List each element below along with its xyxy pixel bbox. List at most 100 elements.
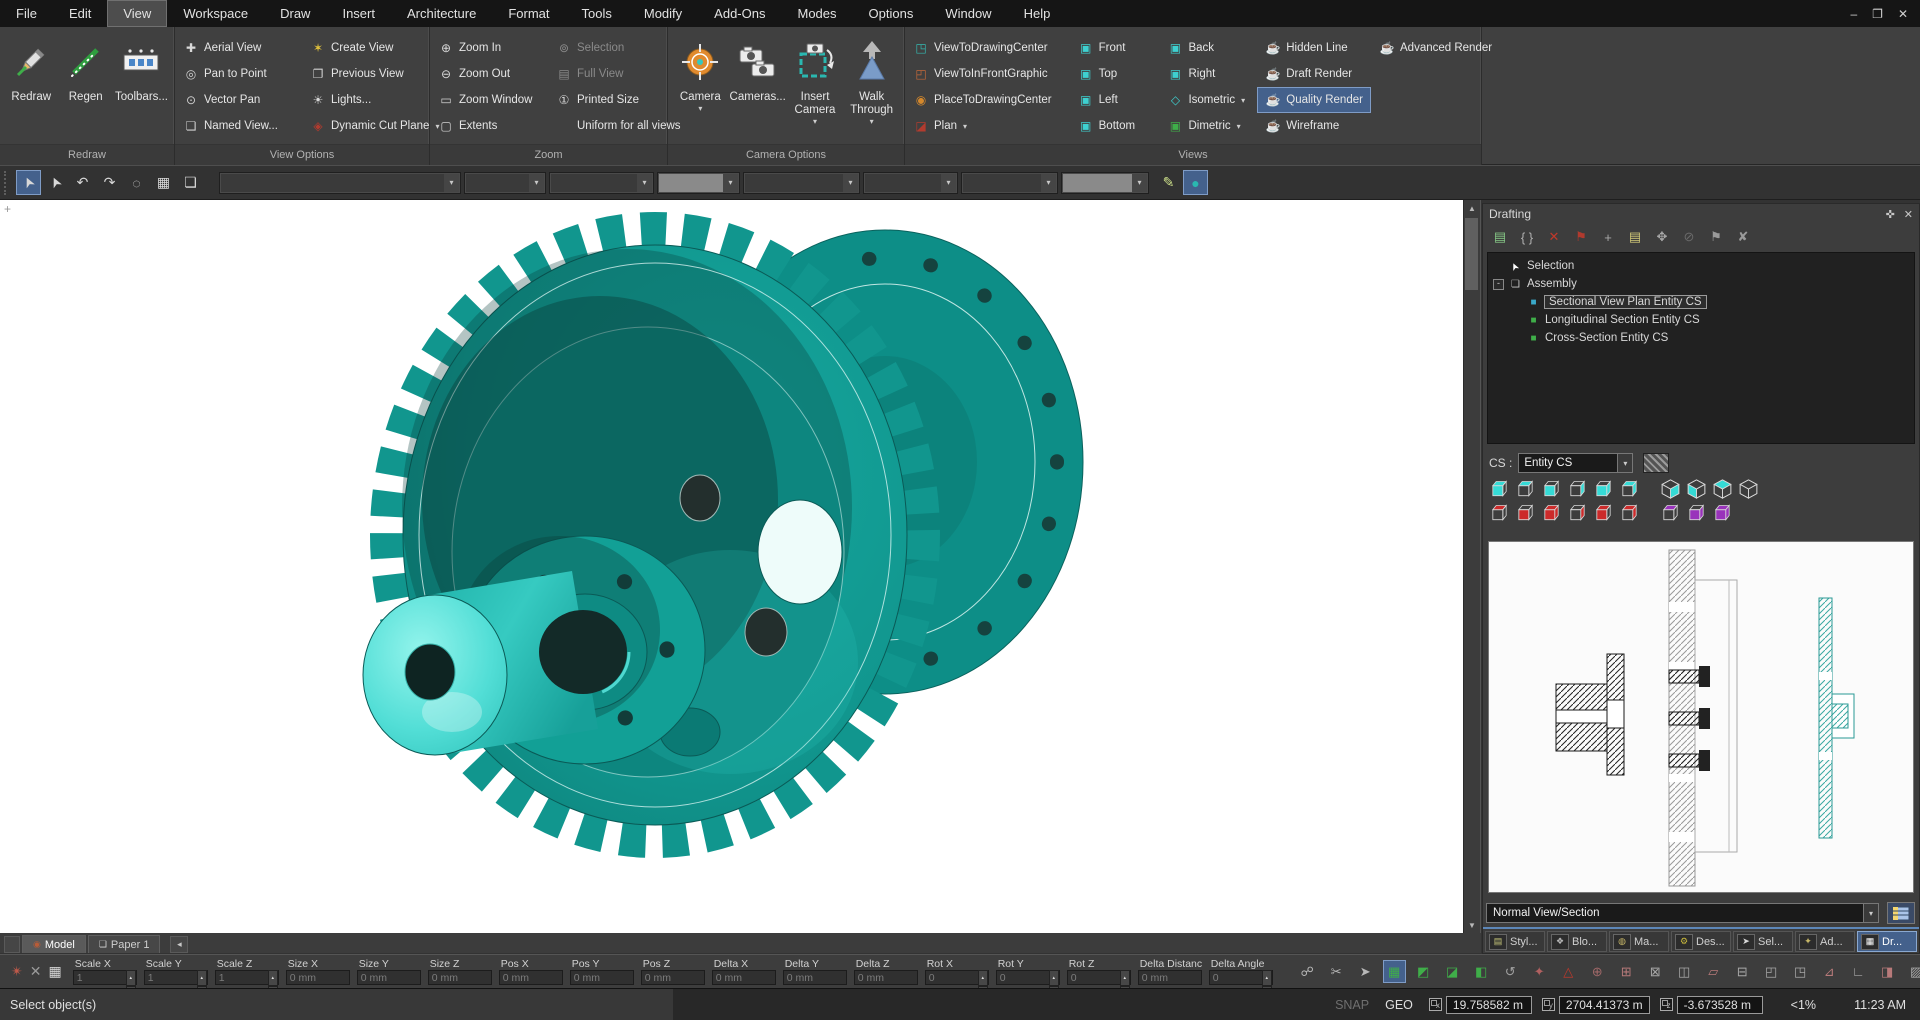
toolbar-dropdown[interactable]: ▾ xyxy=(743,172,860,194)
property-input[interactable]: 0 mm ▴▾ xyxy=(641,970,705,985)
chevron-down-icon[interactable]: ▾ xyxy=(1864,903,1879,923)
view-settings-button[interactable] xyxy=(1887,902,1915,924)
cs-cube-icon[interactable] xyxy=(1566,503,1588,523)
tree-item-assembly[interactable]: - ❏ Assembly xyxy=(1488,275,1914,293)
ribbon-button[interactable]: ▣Left xyxy=(1070,87,1160,113)
cs-cube-icon[interactable] xyxy=(1514,479,1536,499)
close-icon[interactable]: ✕ xyxy=(1904,208,1913,221)
angle-tool-icon[interactable]: △ xyxy=(1557,960,1580,983)
toolbar-dropdown[interactable]: ▾ xyxy=(863,172,958,194)
property-input[interactable]: 0 ▴▾ xyxy=(996,970,1060,985)
frame-tool-icon[interactable]: ⊞ xyxy=(1615,960,1638,983)
corner-ne-tool-icon[interactable]: ◳ xyxy=(1789,960,1812,983)
ribbon-button[interactable]: ▢Extents xyxy=(430,113,548,139)
tree-item-section-view[interactable]: ■ Sectional View Plan Entity CS xyxy=(1488,293,1914,311)
hatch-toggle-button[interactable] xyxy=(1643,453,1669,473)
viewport-vertical-scrollbar[interactable]: ▲ ▼ xyxy=(1463,200,1480,933)
crop-tool-icon[interactable]: ⊠ xyxy=(1644,960,1667,983)
panel-tab[interactable]: ▤Styl... xyxy=(1485,931,1545,952)
toolbar-dropdown[interactable]: ▾ xyxy=(1061,172,1149,194)
scrollbar-thumb[interactable] xyxy=(1465,218,1478,290)
cs-cube-icon[interactable] xyxy=(1685,479,1707,499)
redo-button[interactable]: ↷ xyxy=(97,170,122,195)
selection-table-icon[interactable]: ▦ xyxy=(48,963,61,980)
menu-item[interactable]: Options xyxy=(853,0,930,27)
property-input[interactable]: 0 mm ▴▾ xyxy=(783,970,847,985)
ribbon-button[interactable]: ▣Back▾ xyxy=(1159,35,1257,61)
style-pencil-button[interactable]: ✎ xyxy=(1156,170,1181,195)
magic-select-icon[interactable]: ✴ xyxy=(11,963,23,980)
property-input[interactable]: 0 ▴▾ xyxy=(1067,970,1131,985)
scroll-up-arrow[interactable]: ▲ xyxy=(1464,200,1480,216)
cs-cube-icon[interactable] xyxy=(1711,479,1733,499)
select-button[interactable]: ➤ xyxy=(16,170,41,195)
ribbon-button[interactable]: ◇Isometric▾ xyxy=(1159,87,1257,113)
ribbon-button[interactable]: ◳ViewToDrawingCenter▾ xyxy=(905,35,1070,61)
cs-cube-icon[interactable] xyxy=(1618,479,1640,499)
ribbon-button[interactable]: ▣Bottom xyxy=(1070,113,1160,139)
tree-item-section-view[interactable]: ■ Cross-Section Entity CS xyxy=(1488,329,1914,347)
menu-item[interactable]: Format xyxy=(492,0,565,27)
close-views-icon[interactable]: ✘ xyxy=(1734,229,1752,245)
render-sphere-button[interactable]: ● xyxy=(1183,170,1208,195)
new-sheet-view-icon[interactable]: ▤ xyxy=(1626,229,1644,245)
panel-tab[interactable]: ▦Dr... xyxy=(1857,931,1917,952)
menu-item[interactable]: Draw xyxy=(264,0,326,27)
ribbon-button[interactable]: ◪Plan▾ xyxy=(905,113,1070,139)
spinner-control[interactable]: ▴▾ xyxy=(268,970,278,985)
view-mode-dropdown[interactable]: Normal View/Section xyxy=(1486,903,1864,923)
new-view-icon[interactable]: ▤ xyxy=(1491,229,1509,245)
menu-item[interactable]: Modify xyxy=(628,0,698,27)
render-mode-button[interactable]: ☕Hidden Line xyxy=(1257,35,1371,61)
property-input[interactable]: 0 mm ▴▾ xyxy=(357,970,421,985)
clear-selection-icon[interactable]: ✕ xyxy=(30,963,42,980)
property-input[interactable]: 0 mm ▴▾ xyxy=(428,970,492,985)
insert-camera-button[interactable]: Insert Camera ▾ xyxy=(789,33,842,126)
cs-cube-icon[interactable] xyxy=(1685,503,1707,523)
spinner-control[interactable]: ▴▾ xyxy=(126,970,136,985)
section-preview[interactable] xyxy=(1488,541,1914,893)
collapse-tool-icon[interactable]: ⊟ xyxy=(1731,960,1754,983)
collapse-icon[interactable]: - xyxy=(1493,279,1504,290)
property-input[interactable]: 1 ▴▾ xyxy=(144,970,208,985)
render-mode-button[interactable]: ☕Draft Render xyxy=(1257,61,1371,87)
add-view-icon[interactable]: + xyxy=(1599,230,1617,245)
geo-toggle[interactable]: GEO xyxy=(1385,998,1413,1012)
node-select-button[interactable]: ➤ xyxy=(43,170,68,195)
property-input[interactable]: 0 mm ▴▾ xyxy=(712,970,776,985)
ribbon-button[interactable]: ◉PlaceToDrawingCenter▾ xyxy=(905,87,1070,113)
panel-tab[interactable]: ⚙Des... xyxy=(1671,931,1731,952)
sheet-tab[interactable]: ❏Paper 1 xyxy=(88,935,161,953)
property-input[interactable]: 0 mm ▴▾ xyxy=(570,970,634,985)
cs-cube-icon[interactable] xyxy=(1540,503,1562,523)
render-mode-button[interactable]: ☕Advanced Render xyxy=(1371,35,1481,61)
spinner-control[interactable]: ▴▾ xyxy=(1120,970,1130,985)
menu-item[interactable]: Edit xyxy=(53,0,107,27)
pin-icon[interactable]: ✜ xyxy=(1886,208,1895,221)
viewport-canvas[interactable]: + xyxy=(0,200,1481,933)
ribbon-button[interactable]: ◎Pan to Point▾ xyxy=(175,61,302,87)
delete-view-icon[interactable]: ✕ xyxy=(1545,229,1563,245)
cs-cube-icon[interactable] xyxy=(1566,479,1588,499)
break-tool-icon[interactable]: ✂ xyxy=(1325,960,1348,983)
tree-item-selection[interactable]: ➤ Selection xyxy=(1488,257,1914,275)
menu-item[interactable]: Architecture xyxy=(391,0,492,27)
panel-tab[interactable]: ◍Ma... xyxy=(1609,931,1669,952)
menu-item[interactable]: Tools xyxy=(566,0,628,27)
toolbar-dropdown[interactable]: ▾ xyxy=(464,172,546,194)
cs-cube-icon[interactable] xyxy=(1711,503,1733,523)
cs-cube-icon[interactable] xyxy=(1592,503,1614,523)
property-input[interactable]: 0 mm ▴▾ xyxy=(1138,970,1202,985)
spark-tool-icon[interactable]: ✦ xyxy=(1528,960,1551,983)
cs-cube-icon[interactable] xyxy=(1737,479,1759,499)
hatch-tool-icon[interactable]: ▨ xyxy=(1905,960,1920,983)
cs-cube-icon[interactable] xyxy=(1540,479,1562,499)
corner-nw-tool-icon[interactable]: ◰ xyxy=(1760,960,1783,983)
flags-icon[interactable]: ⚑ xyxy=(1707,229,1725,245)
regen-button[interactable]: Regen xyxy=(60,33,110,104)
menu-item[interactable]: File xyxy=(0,0,53,27)
chevron-down-icon[interactable]: ▾ xyxy=(1618,453,1633,473)
ribbon-button[interactable]: ⊙Vector Pan▾ xyxy=(175,87,302,113)
ribbon-button[interactable]: ⊚Selection xyxy=(548,35,667,61)
pick-tool-icon[interactable]: ➤ xyxy=(1354,960,1377,983)
